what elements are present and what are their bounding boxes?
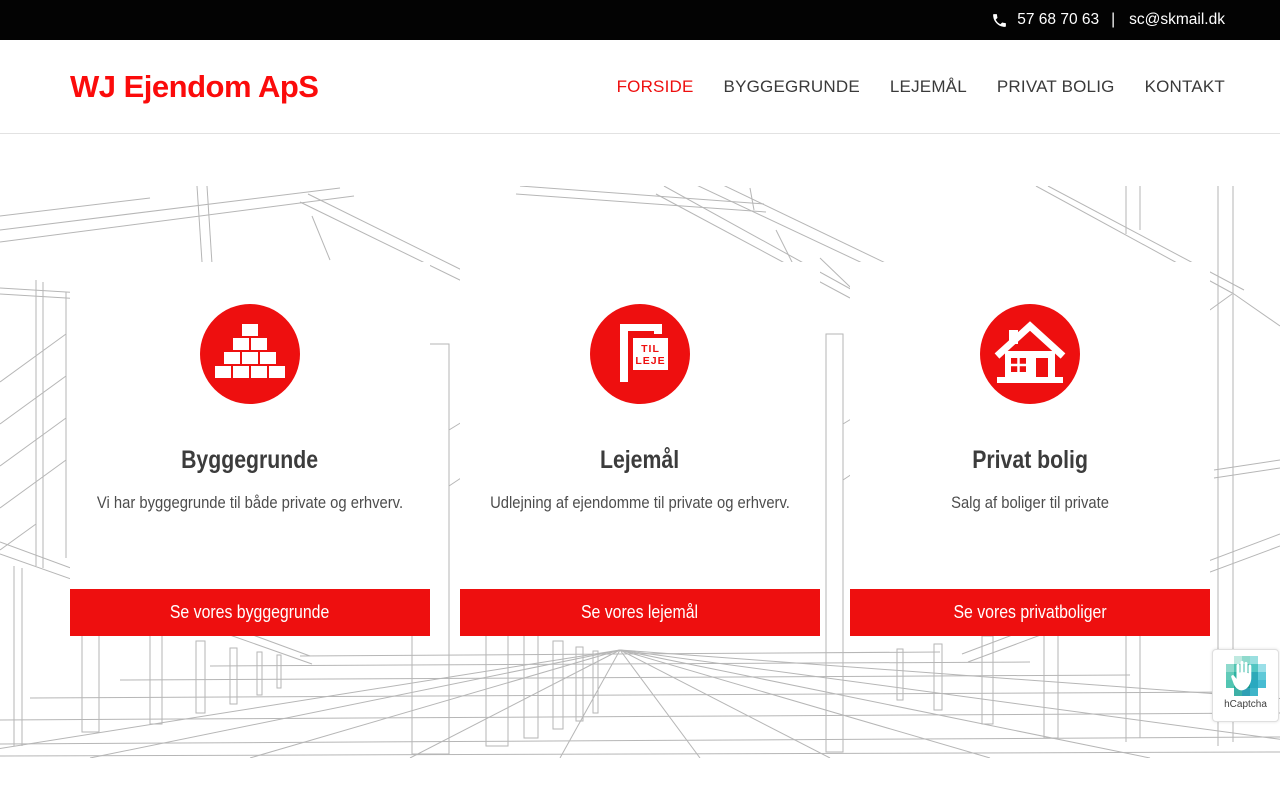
button-label: Se vores privatboliger: [953, 602, 1107, 622]
se-vores-lejemaal-button[interactable]: Se vores lejemål: [460, 589, 820, 636]
house-icon-glyph: [994, 321, 1066, 383]
nav-item-forside[interactable]: FORSIDE: [617, 77, 694, 97]
card-description: Udlejning af ejendomme til private og er…: [490, 493, 790, 512]
hcaptcha-icon: [1225, 656, 1266, 696]
phone-number: 57 68 70 63: [1017, 11, 1100, 28]
hcaptcha-label: hCaptcha: [1224, 699, 1267, 710]
top-contact-bar: 57 68 70 63 | sc@skmail.dk: [0, 0, 1280, 40]
nav-item-kontakt[interactable]: KONTAKT: [1145, 77, 1225, 97]
card-title: Byggegrunde: [181, 446, 319, 474]
nav-item-privat-bolig[interactable]: PRIVAT BOLIG: [997, 77, 1115, 97]
for-rent-sign-icon-glyph: TIL LEJE: [620, 324, 668, 382]
card-lejemaal: TIL LEJE Lejemål Udlejning af ejendomme …: [460, 262, 820, 636]
house-icon: [980, 304, 1080, 404]
se-vores-privatboliger-button[interactable]: Se vores privatboliger: [850, 589, 1210, 636]
card-description: Salg af boliger til private: [951, 493, 1109, 512]
card-byggegrunde: Byggegrunde Vi har byggegrunde til både …: [70, 262, 430, 636]
button-label: Se vores lejemål: [581, 602, 699, 622]
topbar-separator: |: [1111, 11, 1116, 28]
site-header: WJ Ejendom ApS FORSIDE BYGGEGRUNDE LEJEM…: [0, 40, 1280, 134]
card-title: Privat bolig: [972, 446, 1088, 474]
phone-icon: [993, 13, 1007, 27]
bricks-icon-glyph: [215, 324, 285, 378]
for-rent-sign-icon: TIL LEJE: [590, 304, 690, 404]
sign-text-leje: LEJE: [635, 355, 665, 367]
se-vores-byggegrunde-button[interactable]: Se vores byggegrunde: [70, 589, 430, 636]
email-link[interactable]: sc@skmail.dk: [1129, 11, 1225, 29]
hcaptcha-badge[interactable]: hCaptcha: [1212, 649, 1279, 722]
nav-item-byggegrunde[interactable]: BYGGEGRUNDE: [724, 77, 860, 97]
button-label: Se vores byggegrunde: [170, 602, 330, 622]
hero-section: Byggegrunde Vi har byggegrunde til både …: [0, 186, 1280, 758]
site-logo[interactable]: WJ Ejendom ApS: [70, 69, 319, 105]
card-privat-bolig: Privat bolig Salg af boliger til private…: [850, 262, 1210, 636]
card-description: Vi har byggegrunde til både private og e…: [96, 493, 404, 512]
main-nav: FORSIDE BYGGEGRUNDE LEJEMÅL PRIVAT BOLIG…: [617, 77, 1225, 97]
sign-text-til: TIL: [641, 343, 660, 355]
card-title: Lejemål: [600, 446, 680, 474]
nav-item-lejemaal[interactable]: LEJEMÅL: [890, 77, 967, 97]
page: 57 68 70 63 | sc@skmail.dk WJ Ejendom Ap…: [0, 0, 1280, 800]
bricks-icon: [200, 304, 300, 404]
phone-link[interactable]: 57 68 70 63: [991, 11, 1099, 29]
